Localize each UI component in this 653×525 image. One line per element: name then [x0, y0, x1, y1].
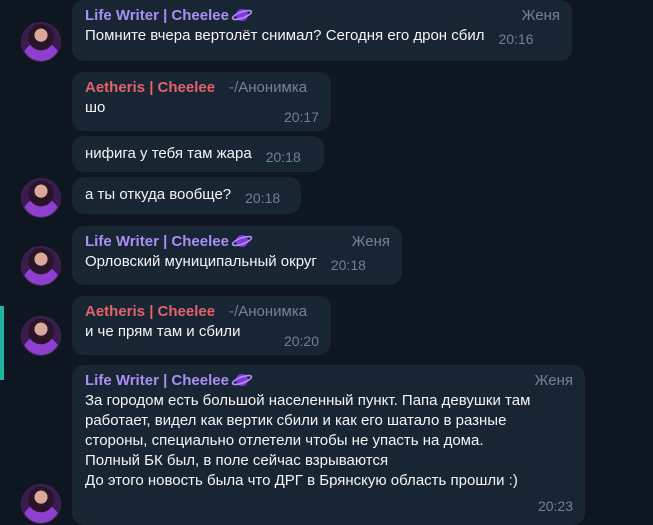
- author-name[interactable]: Aetheris | Cheelee -/Анонимка: [85, 302, 319, 322]
- message-text: а ты откуда вообще? 20:18: [85, 186, 281, 206]
- avatar[interactable]: [21, 22, 61, 62]
- author-role: Женя: [534, 372, 573, 389]
- planet-emoji-icon: [231, 9, 253, 21]
- author-role: Женя: [351, 233, 390, 250]
- planet-emoji-icon: [231, 374, 253, 386]
- message-time: 20:18: [330, 257, 366, 273]
- message-bubble[interactable]: Life Writer | Cheelee Женя Помните вчера…: [72, 0, 572, 61]
- message-time: 20:16: [498, 31, 534, 47]
- message-bubble[interactable]: Life Writer | Cheelee Женя За городом ес…: [72, 365, 585, 525]
- message-time: 20:23: [537, 498, 573, 514]
- avatar[interactable]: [21, 316, 61, 356]
- avatar[interactable]: [21, 246, 61, 286]
- message-time: 20:20: [283, 333, 319, 349]
- planet-emoji-icon: [231, 235, 253, 247]
- author-name[interactable]: Aetheris | Cheelee -/Анонимка: [85, 78, 319, 98]
- message-time: 20:18: [265, 149, 301, 165]
- message-text: Помните вчера вертолёт снимал? Сегодня е…: [85, 27, 534, 47]
- selection-indicator: [0, 306, 4, 380]
- author-name[interactable]: Life Writer | Cheelee: [85, 232, 390, 252]
- message-text: нифига у тебя там жара 20:18: [85, 145, 301, 165]
- message-text: За городом есть большой населенный пункт…: [85, 392, 531, 489]
- message-text: Орловский муниципальный округ 20:18: [85, 253, 366, 273]
- author-name[interactable]: Life Writer | Cheelee: [85, 6, 560, 26]
- message-time: 20:17: [283, 109, 319, 125]
- message-bubble[interactable]: Life Writer | Cheelee Женя Орловский мун…: [72, 226, 402, 285]
- author-role: -/Анонимка: [229, 79, 308, 96]
- message-time: 20:18: [245, 190, 281, 206]
- avatar[interactable]: [21, 484, 61, 524]
- author-role: Женя: [521, 7, 560, 24]
- author-role: -/Анонимка: [229, 303, 308, 320]
- author-name[interactable]: Life Writer | Cheelee: [85, 371, 573, 391]
- message-bubble[interactable]: нифига у тебя там жара 20:18: [72, 136, 324, 172]
- message-bubble[interactable]: а ты откуда вообще? 20:18: [72, 177, 301, 214]
- avatar[interactable]: [21, 178, 61, 218]
- message-bubble[interactable]: Aetheris | Cheelee -/Анонимка шо 20:17: [72, 72, 331, 131]
- message-bubble[interactable]: Aetheris | Cheelee -/Анонимка и че прям т…: [72, 296, 331, 355]
